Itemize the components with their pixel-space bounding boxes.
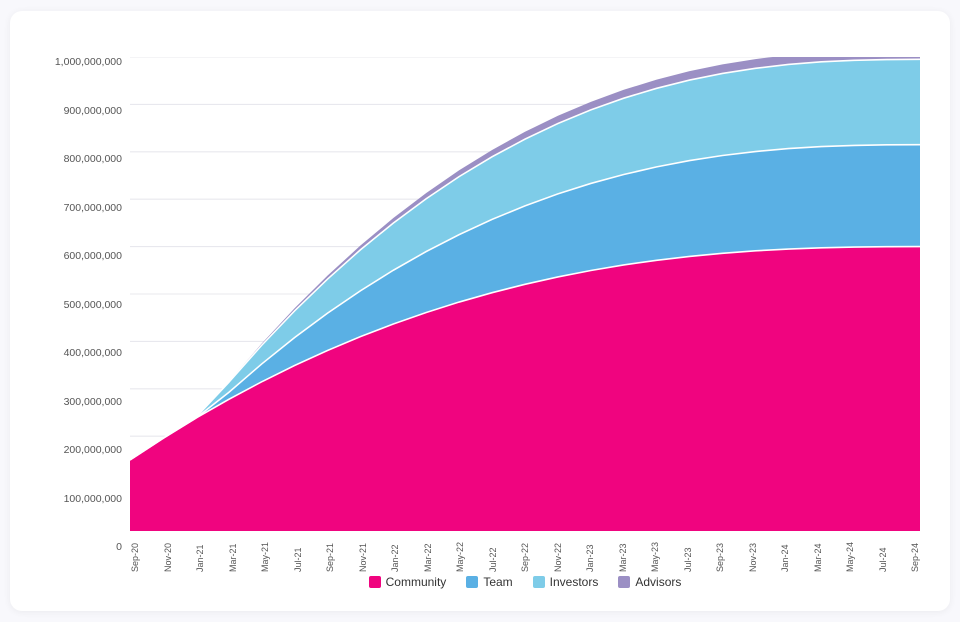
x-axis-label: Nov-21 [358,536,368,572]
x-axis-label: Jul-21 [293,536,303,572]
x-axis-label: Nov-22 [553,536,563,572]
y-axis: 1,000,000,000 900,000,000 800,000,000 700,0… [40,57,130,591]
legend-color-swatch [466,576,478,588]
x-axis-label: Sep-21 [325,536,335,572]
x-axis-label: Mar-22 [423,536,433,572]
x-axis-label: Sep-22 [520,536,530,572]
main-chart-svg [130,57,920,531]
x-axis-label: Nov-20 [163,536,173,572]
x-axis-label: May-23 [650,536,660,572]
legend-color-swatch [533,576,545,588]
y-axis-label: 700,000,000 [40,203,130,214]
y-axis-label: 0 [40,542,130,553]
x-axis-label: May-22 [455,536,465,572]
x-axis: Sep-20 Nov-20 Jan-21 Mar-21 May-21 Jul-21 Sep-… [130,531,920,569]
legend-color-swatch [618,576,630,588]
x-axis-label: May-24 [845,536,855,572]
y-axis-label: 300,000,000 [40,397,130,408]
legend-item: Team [466,575,512,589]
x-axis-label: Jul-22 [488,536,498,572]
chart-right: Sep-20 Nov-20 Jan-21 Mar-21 May-21 Jul-21 Sep-… [130,57,920,591]
y-axis-label: 800,000,000 [40,154,130,165]
y-axis-label: 200,000,000 [40,445,130,456]
y-axis-label: 500,000,000 [40,300,130,311]
legend-item: Advisors [618,575,681,589]
legend-item: Community [369,575,447,589]
legend-color-swatch [369,576,381,588]
x-axis-label: Jan-23 [585,536,595,572]
x-axis-label: Mar-21 [228,536,238,572]
legend-label: Team [483,575,512,589]
y-axis-label: 1,000,000,000 [40,57,130,68]
y-axis-label: 100,000,000 [40,494,130,505]
x-axis-label: Nov-23 [748,536,758,572]
chart-area: 1,000,000,000 900,000,000 800,000,000 700,0… [40,57,920,591]
y-axis-label: 400,000,000 [40,348,130,359]
x-axis-label: Sep-20 [130,536,140,572]
x-axis-label: Mar-23 [618,536,628,572]
x-axis-label: Sep-24 [910,536,920,572]
legend: Community Team Investors Advisors [130,575,920,591]
x-axis-label: Jul-24 [878,536,888,572]
legend-label: Advisors [635,575,681,589]
x-axis-label: Jan-24 [780,536,790,572]
x-axis-label: May-21 [260,536,270,572]
x-axis-label: Jan-22 [390,536,400,572]
x-axis-label: Jul-23 [683,536,693,572]
y-axis-label: 600,000,000 [40,251,130,262]
x-axis-label: Mar-24 [813,536,823,572]
y-axis-label: 900,000,000 [40,106,130,117]
x-axis-label: Jan-21 [195,536,205,572]
legend-label: Investors [550,575,599,589]
legend-item: Investors [533,575,599,589]
x-axis-label: Sep-23 [715,536,725,572]
chart-container: 1,000,000,000 900,000,000 800,000,000 700,0… [10,11,950,611]
legend-label: Community [386,575,447,589]
